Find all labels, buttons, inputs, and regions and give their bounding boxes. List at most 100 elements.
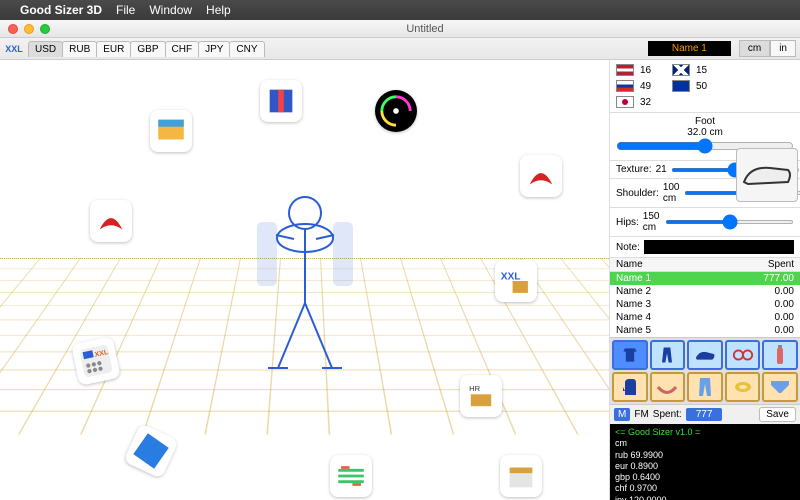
floating-item-3[interactable]: [520, 155, 562, 197]
currency-tab-gbp[interactable]: GBP: [130, 41, 165, 57]
note-label: Note:: [616, 242, 640, 253]
hips-slider[interactable]: [665, 220, 794, 224]
gender-m-button[interactable]: M: [614, 408, 630, 421]
item-trousers-icon[interactable]: [687, 372, 723, 402]
foot-value: 32.0 cm: [616, 127, 794, 138]
svg-text:HR: HR: [469, 384, 481, 393]
floating-item-1[interactable]: [150, 110, 192, 152]
currency-tab-cny[interactable]: CNY: [229, 41, 264, 57]
item-preview: [736, 148, 798, 202]
table-row[interactable]: Name 5 0.00: [610, 324, 800, 337]
flag-jp-icon[interactable]: [616, 96, 634, 108]
app-name[interactable]: Good Sizer 3D: [20, 3, 102, 17]
note-section: Note:: [610, 237, 800, 258]
item-briefs-icon[interactable]: [762, 372, 798, 402]
cell-spent: 0.00: [738, 312, 794, 323]
currency-tab-chf[interactable]: CHF: [165, 41, 200, 57]
floating-item-4[interactable]: [90, 200, 132, 242]
console-header: <= Good Sizer v1.0 =: [615, 427, 795, 438]
item-chain-icon[interactable]: [650, 372, 686, 402]
foot-label: Foot: [616, 116, 794, 127]
cell-spent: 0.00: [738, 325, 794, 336]
spent-label: Spent:: [653, 409, 682, 420]
app-logo-icon: XXL: [0, 38, 28, 60]
cell-name: Name 1: [616, 273, 738, 284]
floating-item-calc[interactable]: XXL: [71, 336, 121, 386]
item-pants-icon[interactable]: [650, 340, 686, 370]
console-line: jpy 120.0000: [615, 495, 795, 500]
minimize-icon[interactable]: [24, 24, 34, 34]
cell-spent: 0.00: [738, 286, 794, 297]
flag-ru-icon[interactable]: [616, 80, 634, 92]
console-line: eur 0.8900: [615, 461, 795, 472]
console-line: gbp 0.6400: [615, 472, 795, 483]
menu-window[interactable]: Window: [149, 3, 192, 17]
svg-text:XXL: XXL: [501, 271, 521, 282]
cell-spent: 777.00: [738, 273, 794, 284]
robot-figure[interactable]: [230, 183, 380, 378]
save-button[interactable]: Save: [759, 407, 796, 422]
table-row[interactable]: Name 1 777.00: [610, 272, 800, 285]
console-line: cm: [615, 438, 795, 449]
close-icon[interactable]: [8, 24, 18, 34]
currency-tab-jpy[interactable]: JPY: [198, 41, 230, 57]
currency-tab-usd[interactable]: USD: [28, 41, 63, 57]
currency-tab-eur[interactable]: EUR: [96, 41, 131, 57]
table-row[interactable]: Name 4 0.00: [610, 311, 800, 324]
item-bottle-icon[interactable]: [762, 340, 798, 370]
unit-tab-cm[interactable]: cm: [739, 40, 770, 57]
spent-table: Name Spent Name 1 777.00 Name 2 0.00 Nam…: [610, 258, 800, 338]
texture-label: Texture:: [616, 164, 652, 175]
menu-help[interactable]: Help: [206, 3, 231, 17]
hips-label: Hips:: [616, 217, 639, 228]
console-output[interactable]: <= Good Sizer v1.0 = cm rub 69.9900 eur …: [610, 424, 800, 500]
size-us: 16: [640, 65, 666, 76]
table-row[interactable]: Name 3 0.00: [610, 298, 800, 311]
cell-spent: 0.00: [738, 299, 794, 310]
item-goggles-icon[interactable]: [725, 340, 761, 370]
cell-name: Name 4: [616, 312, 738, 323]
floating-item-6[interactable]: [330, 455, 372, 497]
shoulder-label: Shoulder:: [616, 188, 659, 199]
item-shoe-icon[interactable]: [687, 340, 723, 370]
item-jacket-icon[interactable]: [612, 340, 648, 370]
floating-item-disc[interactable]: [375, 90, 417, 132]
bottom-bar: M FM Spent: 777 Save: [610, 404, 800, 424]
note-input[interactable]: [644, 240, 794, 254]
size-jp: 32: [640, 97, 666, 108]
mac-menubar: Good Sizer 3D File Window Help: [0, 0, 800, 20]
floating-item-2[interactable]: [260, 80, 302, 122]
unit-tab-in[interactable]: in: [770, 40, 796, 57]
gender-fm-button[interactable]: FM: [634, 409, 648, 420]
maximize-icon[interactable]: [40, 24, 50, 34]
size-eu: 50: [696, 81, 722, 92]
cell-name: Name 5: [616, 325, 738, 336]
floating-item-7[interactable]: [500, 455, 542, 497]
table-row[interactable]: Name 2 0.00: [610, 285, 800, 298]
size-uk: 15: [696, 65, 722, 76]
spent-value: 777: [686, 408, 723, 421]
currency-tab-rub[interactable]: RUB: [62, 41, 97, 57]
item-ring-icon[interactable]: [725, 372, 761, 402]
menu-file[interactable]: File: [116, 3, 135, 17]
flag-eu-icon[interactable]: [672, 80, 690, 92]
main: XXL XXL HR 16 15 49 50 32 Foot 32.0 cm T…: [0, 60, 800, 500]
viewport-3d[interactable]: XXL XXL HR: [0, 60, 610, 500]
toolbar: XXL USD RUB EUR GBP CHF JPY CNY Name 1 c…: [0, 38, 800, 60]
side-panel: 16 15 49 50 32 Foot 32.0 cm Texture: 21 …: [610, 60, 800, 500]
floating-item-hr[interactable]: HR: [460, 375, 502, 417]
console-line: rub 69.9900: [615, 450, 795, 461]
console-line: chf 0.9700: [615, 483, 795, 494]
hips-section: Hips: 150 cm: [610, 208, 800, 237]
size-flags: 16 15 49 50 32: [610, 60, 800, 113]
currency-tabs: USD RUB EUR GBP CHF JPY CNY: [28, 41, 264, 57]
size-ru: 49: [640, 81, 666, 92]
item-glove-icon[interactable]: [612, 372, 648, 402]
col-name[interactable]: Name: [616, 259, 738, 270]
flag-us-icon[interactable]: [616, 64, 634, 76]
floating-item-xxl[interactable]: XXL: [495, 260, 537, 302]
cell-name: Name 2: [616, 286, 738, 297]
texture-value: 21: [656, 164, 667, 175]
flag-uk-icon[interactable]: [672, 64, 690, 76]
col-spent[interactable]: Spent: [738, 259, 794, 270]
